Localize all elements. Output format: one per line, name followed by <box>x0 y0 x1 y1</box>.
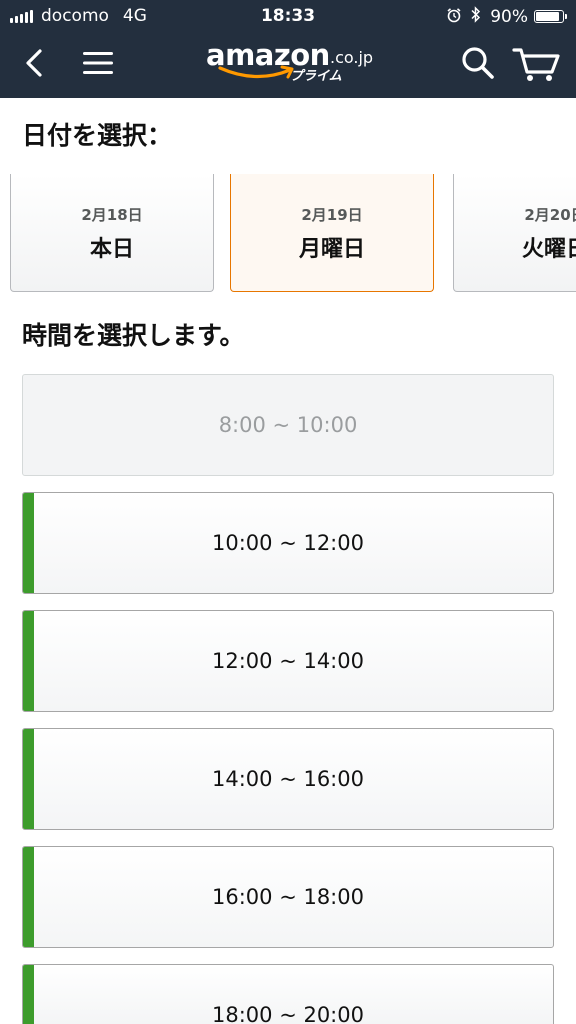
amazon-logo[interactable]: amazon .co.jp プライム <box>204 38 376 88</box>
time-slot-0800: 8:00 ~ 10:00 <box>22 374 554 476</box>
date-card-label: 本日 <box>89 237 134 262</box>
time-slot-1400[interactable]: 14:00 ~ 16:00 <box>22 728 554 830</box>
bluetooth-icon <box>470 6 482 27</box>
time-slot-1600[interactable]: 16:00 ~ 18:00 <box>22 846 554 948</box>
cart-icon[interactable] <box>512 45 562 83</box>
date-card-label: 月曜日 <box>298 237 365 262</box>
alarm-icon <box>446 7 462 27</box>
smile-icon <box>218 65 294 79</box>
date-card-date: 2月18日 <box>81 206 143 224</box>
time-slot-1200[interactable]: 12:00 ~ 14:00 <box>22 610 554 712</box>
date-carousel[interactable]: 2月18日 本日 2月19日 月曜日 2月20日 火曜日 <box>0 174 576 296</box>
date-card-tuesday[interactable]: 2月20日 火曜日 <box>453 174 576 292</box>
search-icon[interactable] <box>460 45 496 81</box>
time-section-title: 時間を選択します。 <box>22 321 245 350</box>
date-card-date: 2月20日 <box>524 206 576 224</box>
battery-percent: 90% <box>490 6 528 27</box>
date-card-date: 2月19日 <box>301 206 363 224</box>
date-card-today[interactable]: 2月18日 本日 <box>10 174 214 292</box>
time-slot-1000[interactable]: 10:00 ~ 12:00 <box>22 492 554 594</box>
menu-icon[interactable] <box>82 50 114 76</box>
back-icon[interactable] <box>22 48 48 78</box>
battery-fill <box>536 12 559 21</box>
nav-bar: amazon .co.jp プライム <box>0 32 576 98</box>
date-section-title: 日付を選択： <box>22 121 173 150</box>
date-card-monday[interactable]: 2月19日 月曜日 <box>230 174 434 292</box>
date-card-label: 火曜日 <box>521 237 576 262</box>
status-bar: docomo 4G 18:33 90% <box>0 0 576 32</box>
battery-icon <box>534 10 567 23</box>
time-slot-1800[interactable]: 18:00 ~ 20:00 <box>22 964 554 1024</box>
time-slot-label: 18:00 ~ 20:00 <box>212 1003 364 1024</box>
logo-prime: プライム <box>290 69 342 84</box>
status-right: 90% <box>446 6 567 27</box>
